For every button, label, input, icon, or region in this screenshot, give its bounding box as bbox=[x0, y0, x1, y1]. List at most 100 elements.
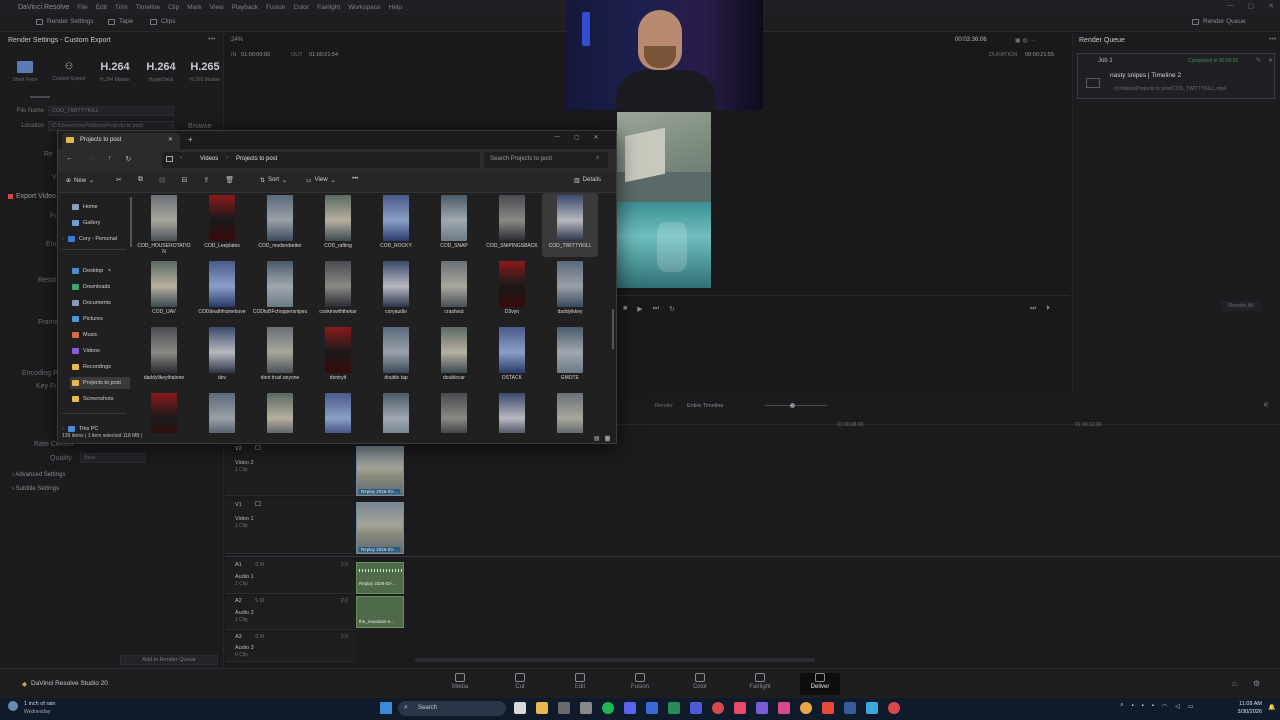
search-box[interactable]: Search Projects to post ⌕ bbox=[484, 152, 608, 168]
chevron-up-icon[interactable]: ˄ bbox=[1120, 703, 1124, 710]
browse-button[interactable]: Browse bbox=[188, 123, 211, 130]
notification-icon[interactable]: 🔔 bbox=[1268, 704, 1275, 711]
file-item[interactable]: COD_SNIPINGSBACK bbox=[484, 193, 540, 257]
menu-edit[interactable]: Edit bbox=[96, 4, 107, 11]
subtitle-settings-toggle[interactable]: › Subtitle Settings bbox=[12, 486, 59, 492]
menu-timeline[interactable]: Timeline bbox=[136, 4, 160, 11]
tray-app-icon[interactable]: ▪ bbox=[1142, 703, 1144, 710]
refresh-icon[interactable]: ↻ bbox=[126, 155, 132, 163]
play-icon[interactable]: ▶ bbox=[637, 305, 642, 313]
file-item[interactable]: dontryit bbox=[310, 325, 366, 389]
paste-icon[interactable]: ▤ bbox=[159, 176, 166, 184]
stop-icon[interactable]: ■ bbox=[623, 305, 627, 313]
track-lock-icon[interactable] bbox=[255, 445, 261, 450]
file-explorer-taskbar-icon[interactable] bbox=[536, 702, 548, 714]
grid-view-icon[interactable]: ▦ bbox=[604, 435, 611, 442]
app-taskbar-icon[interactable] bbox=[580, 702, 592, 714]
timeline-options-icon[interactable]: ⚟ bbox=[1263, 401, 1269, 409]
clips-button[interactable]: Clips bbox=[150, 18, 175, 25]
app-taskbar-icon[interactable] bbox=[866, 702, 878, 714]
view-button[interactable]: ▭ View ⌄ bbox=[306, 177, 336, 184]
file-name-input[interactable]: COD_TWITTYKILL bbox=[48, 106, 174, 116]
file-item[interactable]: COD_UAV bbox=[136, 259, 192, 323]
file-item[interactable] bbox=[136, 391, 192, 433]
file-item[interactable]: coryaudio bbox=[368, 259, 424, 323]
sidebar-item-downloads[interactable]: Downloads bbox=[72, 281, 110, 293]
track-header-v1[interactable]: V1 Video 1 1 Clip bbox=[225, 500, 355, 554]
render-all-button[interactable]: Render All bbox=[1221, 301, 1261, 311]
breadcrumb[interactable]: › Videos › Projects to post bbox=[162, 152, 480, 168]
sidebar-item-home[interactable]: Home bbox=[72, 201, 98, 213]
app-taskbar-icon[interactable] bbox=[756, 702, 768, 714]
export-video-checkbox[interactable]: Export Video bbox=[8, 193, 56, 200]
tray-app-icon[interactable]: ▪ bbox=[1152, 703, 1154, 710]
delete-icon[interactable]: 🗑 bbox=[225, 176, 234, 184]
menu-color[interactable]: Color bbox=[294, 4, 310, 11]
chrome-icon[interactable] bbox=[800, 702, 812, 714]
file-item[interactable]: dont trust anyone bbox=[252, 325, 308, 389]
settings-icon[interactable]: ⚙ bbox=[1253, 679, 1260, 688]
track-header-a3[interactable]: A3 S M 2.0 Audio 3 0 Clip bbox=[225, 632, 355, 662]
track-controls-icon[interactable]: S M bbox=[255, 598, 264, 604]
minimize-icon[interactable]: — bbox=[1227, 2, 1234, 10]
file-item[interactable]: COD_SNAP bbox=[426, 193, 482, 257]
taskbar-search-input[interactable]: Search bbox=[418, 705, 437, 711]
copy-icon[interactable]: ⧉ bbox=[138, 176, 143, 184]
preset-h264-master[interactable]: H.264 H.264 Master bbox=[94, 61, 136, 83]
menu-fairlight[interactable]: Fairlight bbox=[317, 4, 340, 11]
file-item[interactable] bbox=[542, 391, 598, 433]
track-header-a1[interactable]: A1 S M 2.0 Audio 1 1 Clip bbox=[225, 560, 355, 594]
back-arrow-icon[interactable]: ← bbox=[66, 155, 73, 163]
menu-file[interactable]: File bbox=[77, 4, 87, 11]
page-tab-color[interactable]: Color bbox=[680, 673, 720, 690]
preset-custom-export[interactable]: ⚇ Custom Export bbox=[48, 61, 90, 82]
tray-app-icon[interactable]: ▪ bbox=[1132, 703, 1134, 710]
weather-text[interactable]: 1 inch of rain bbox=[24, 701, 56, 707]
tape-button[interactable]: Tape bbox=[108, 18, 133, 25]
file-item[interactable] bbox=[194, 391, 250, 433]
zoom-slider-handle[interactable] bbox=[790, 403, 795, 408]
up-arrow-icon[interactable]: ↑ bbox=[108, 155, 112, 163]
app-taskbar-icon[interactable] bbox=[668, 702, 680, 714]
app-taskbar-icon[interactable] bbox=[712, 702, 724, 714]
track-header-a2[interactable]: A2 S M 2.0 Audio 2 1 Clip bbox=[225, 596, 355, 630]
file-item[interactable]: CODtoBFchoppersnipes bbox=[252, 259, 308, 323]
file-item[interactable]: daddylikeythatone bbox=[136, 325, 192, 389]
track-controls-icon[interactable]: S M bbox=[255, 562, 264, 568]
app-taskbar-icon[interactable] bbox=[646, 702, 658, 714]
store-icon[interactable] bbox=[558, 702, 570, 714]
file-item[interactable] bbox=[368, 391, 424, 433]
menu-playback[interactable]: Playback bbox=[232, 4, 258, 11]
sidebar-item-desktop[interactable]: Desktop ✦ bbox=[72, 265, 112, 277]
breadcrumb-item[interactable]: Videos bbox=[200, 156, 218, 162]
preset-h265-master[interactable]: H.265 H.265 Master bbox=[184, 61, 226, 83]
sidebar-scrollbar[interactable] bbox=[130, 197, 132, 247]
file-item[interactable]: dev bbox=[194, 325, 250, 389]
clock-time[interactable]: 11:09 AM bbox=[1232, 701, 1262, 707]
sidebar-item-pictures[interactable]: Pictures bbox=[72, 313, 103, 325]
track-lock-icon[interactable] bbox=[255, 501, 261, 506]
file-item[interactable]: D3vyn bbox=[484, 259, 540, 323]
share-icon[interactable]: ⇪ bbox=[203, 176, 209, 184]
menu-fusion[interactable]: Fusion bbox=[266, 4, 286, 11]
maximize-icon[interactable]: ▢ bbox=[574, 134, 580, 141]
file-item[interactable] bbox=[252, 391, 308, 433]
close-icon[interactable]: ✕ bbox=[1268, 2, 1274, 10]
file-item[interactable] bbox=[426, 391, 482, 433]
grid-scrollbar[interactable] bbox=[612, 309, 614, 349]
edit-job-icon[interactable]: ✎ bbox=[1256, 57, 1261, 64]
file-item[interactable]: COD_modsrebetter bbox=[252, 193, 308, 257]
menu-mark[interactable]: Mark bbox=[187, 4, 201, 11]
battery-icon[interactable]: ▭ bbox=[1188, 703, 1194, 710]
new-tab-icon[interactable]: + bbox=[188, 135, 193, 144]
more-options-icon[interactable]: ••• bbox=[208, 36, 215, 43]
details-button[interactable]: ▥ Details bbox=[574, 177, 601, 184]
app-taskbar-icon[interactable] bbox=[822, 702, 834, 714]
breadcrumb-item[interactable]: Projects to post bbox=[236, 156, 277, 162]
timeline-audio-clip[interactable]: the_mountain-e... bbox=[356, 596, 404, 628]
search-input[interactable]: Search Projects to post bbox=[490, 156, 552, 162]
wifi-icon[interactable]: ◠ bbox=[1162, 703, 1167, 710]
app-taskbar-icon[interactable] bbox=[778, 702, 790, 714]
app-taskbar-icon[interactable] bbox=[844, 702, 856, 714]
file-item[interactable]: CODdeathframebove bbox=[194, 259, 250, 323]
